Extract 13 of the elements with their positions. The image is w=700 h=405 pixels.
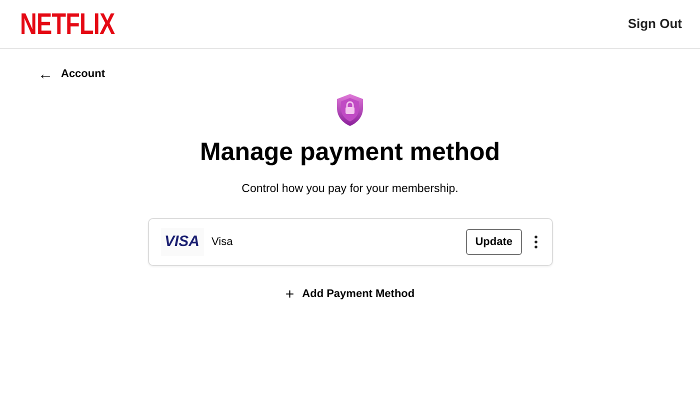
more-options-icon[interactable] [534,235,538,249]
logo: NETFLIX [20,10,115,40]
back-link[interactable]: ← Account [38,66,105,82]
page-title: Manage payment method [200,136,500,167]
card-name: Visa [212,234,234,250]
sign-out-link[interactable]: Sign Out [628,14,682,34]
card-brand-logo: VISA [160,228,204,256]
add-payment-method-link[interactable]: + Add Payment Method [285,286,415,302]
page-subtitle: Control how you pay for your membership. [242,182,458,197]
back-arrow-icon: ← [38,66,53,82]
plus-icon: + [285,286,294,302]
shield-lock-icon [335,92,365,127]
update-button[interactable]: Update [466,228,522,256]
